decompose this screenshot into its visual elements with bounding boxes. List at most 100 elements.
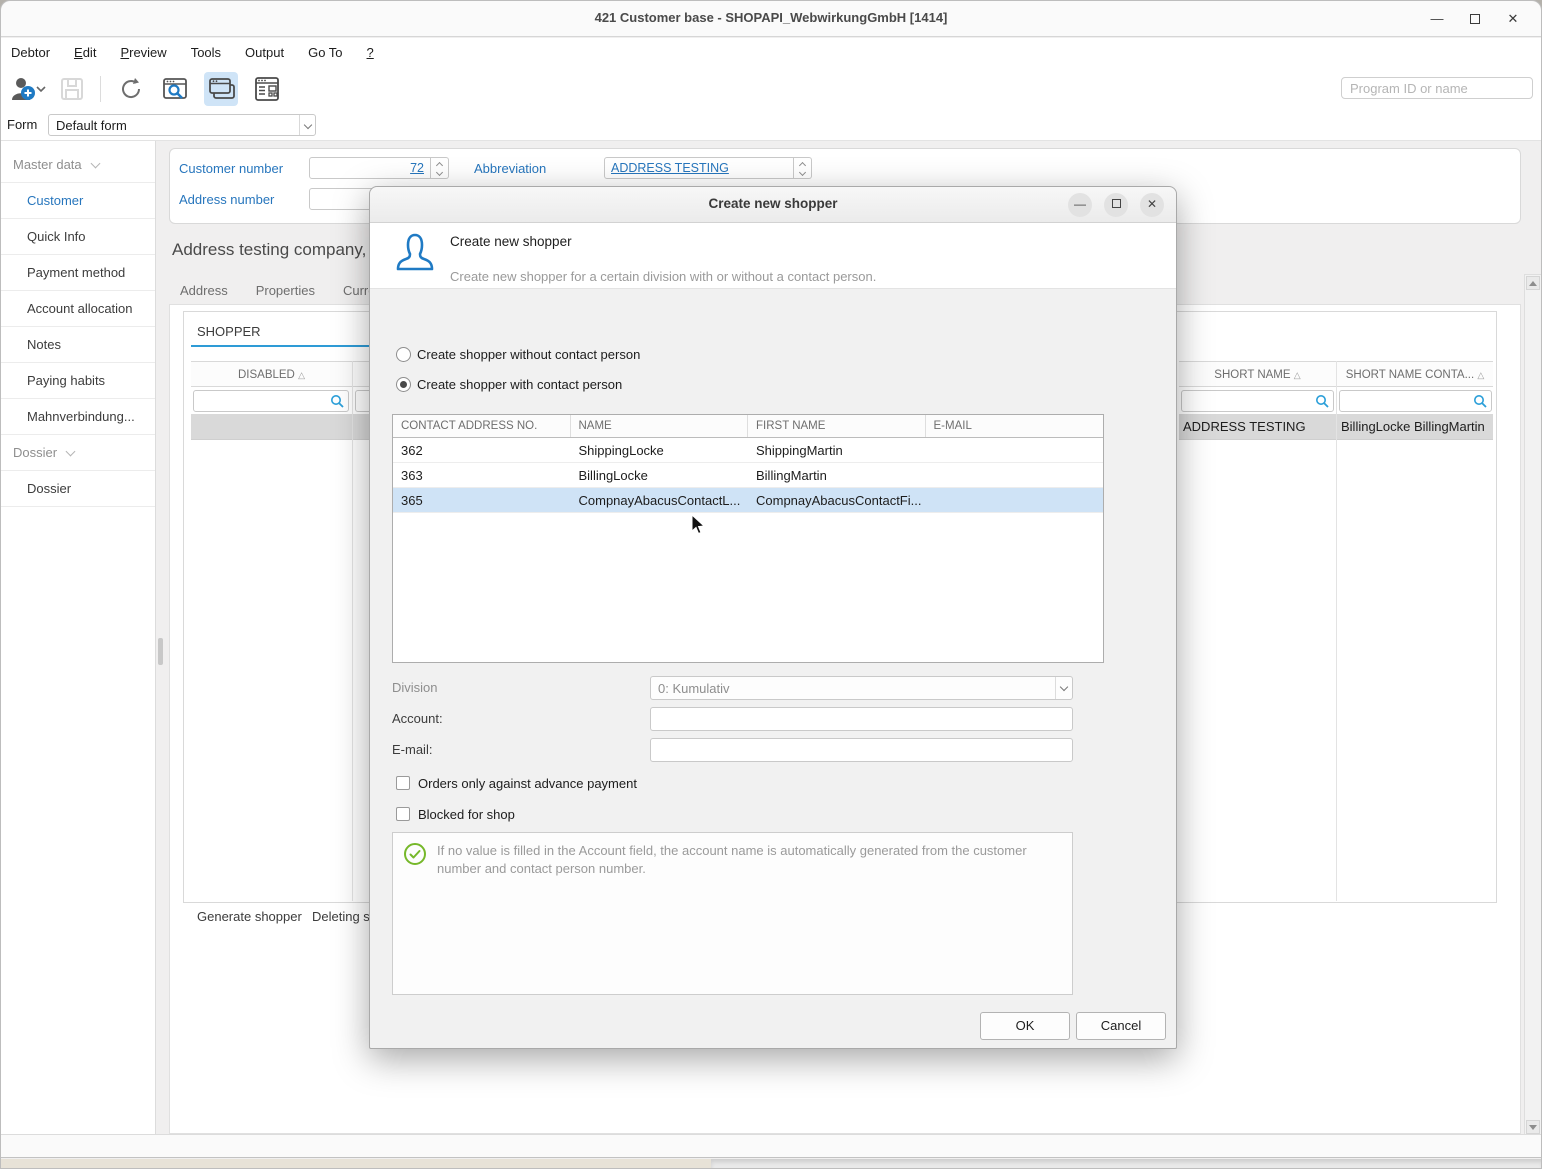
tab-properties[interactable]: Properties bbox=[256, 283, 315, 298]
disabled-column-header[interactable]: DISABLED △ bbox=[191, 361, 352, 387]
sidebar-item-customer[interactable]: Customer bbox=[1, 183, 155, 219]
report-icon bbox=[253, 75, 281, 103]
sidebar-item-mahnverbindung[interactable]: Mahnverbindung... bbox=[1, 399, 155, 435]
menu-edit[interactable]: Edit bbox=[74, 45, 96, 60]
toolbar bbox=[1, 66, 1541, 112]
close-button[interactable]: ✕ bbox=[1501, 7, 1525, 31]
sidebar: Master data Customer Quick Info Payment … bbox=[1, 141, 156, 1135]
col-email[interactable]: E-MAIL bbox=[926, 415, 1104, 437]
abbreviation-spinner[interactable] bbox=[794, 157, 812, 179]
menu-debtor[interactable]: Debtor bbox=[11, 45, 50, 60]
sidebar-section-dossier[interactable]: Dossier bbox=[1, 435, 155, 471]
radio-with-contact[interactable] bbox=[396, 377, 411, 392]
short-name-filter-input[interactable] bbox=[1181, 390, 1334, 412]
search-icon bbox=[330, 394, 345, 409]
menu-preview[interactable]: Preview bbox=[120, 45, 166, 60]
search-icon bbox=[1315, 394, 1330, 409]
abbreviation-field[interactable]: ADDRESS TESTING bbox=[604, 157, 794, 179]
customer-number-label: Customer number bbox=[179, 161, 283, 176]
dialog-minimize-button[interactable]: — bbox=[1068, 193, 1092, 217]
program-search-input[interactable] bbox=[1341, 77, 1533, 99]
sidebar-item-quick-info[interactable]: Quick Info bbox=[1, 219, 155, 255]
blocked-for-shop-checkbox[interactable] bbox=[396, 807, 410, 821]
shopper-title: SHOPPER bbox=[197, 324, 261, 339]
dialog-maximize-button[interactable] bbox=[1104, 193, 1128, 217]
form-bar: Form Default form bbox=[1, 112, 1541, 141]
contact-table: CONTACT ADDRESS NO. NAME FIRST NAME E-MA… bbox=[392, 414, 1104, 663]
contact-row-363[interactable]: 363 BillingLocke BillingMartin bbox=[393, 463, 1103, 488]
division-label: Division bbox=[392, 680, 438, 695]
report-view-button[interactable] bbox=[250, 72, 284, 106]
sidebar-item-notes[interactable]: Notes bbox=[1, 327, 155, 363]
dialog-header: Create new shopper Create new shopper fo… bbox=[370, 223, 1176, 289]
ok-button[interactable]: OK bbox=[980, 1012, 1070, 1040]
sidebar-item-dossier[interactable]: Dossier bbox=[1, 471, 155, 507]
cancel-button[interactable]: Cancel bbox=[1076, 1012, 1166, 1040]
scroll-up-button[interactable] bbox=[1526, 276, 1540, 290]
sidebar-item-paying-habits[interactable]: Paying habits bbox=[1, 363, 155, 399]
sidebar-splitter[interactable] bbox=[158, 638, 163, 665]
short-name-contact-filter-input[interactable] bbox=[1339, 390, 1492, 412]
form-select-dropdown[interactable] bbox=[299, 115, 315, 135]
save-button[interactable] bbox=[55, 72, 89, 106]
advance-payment-checkbox[interactable] bbox=[396, 776, 410, 790]
minimize-button[interactable]: — bbox=[1425, 7, 1449, 31]
address-row-short-name-contact[interactable]: BillingLocke BillingMartin bbox=[1337, 414, 1493, 440]
short-name-contact-column-header[interactable]: SHORT NAME CONTA... △ bbox=[1337, 361, 1493, 387]
tab-address[interactable]: Address bbox=[180, 283, 228, 298]
radio-without-contact[interactable] bbox=[396, 347, 411, 362]
success-check-icon bbox=[403, 842, 427, 866]
short-name-column-header[interactable]: SHORT NAME △ bbox=[1179, 361, 1336, 387]
email-label: E-mail: bbox=[392, 742, 432, 757]
division-select[interactable]: 0: Kumulativ bbox=[650, 676, 1073, 700]
menu-output[interactable]: Output bbox=[245, 45, 284, 60]
window-search-icon bbox=[161, 75, 189, 103]
search-icon bbox=[1473, 394, 1488, 409]
contact-row-365-selected[interactable]: 365 CompnayAbacusContactL... CompnayAbac… bbox=[393, 488, 1103, 513]
email-input[interactable] bbox=[650, 738, 1073, 762]
deleting-shopper-link[interactable]: Deleting sh bbox=[312, 909, 377, 924]
radio-without-contact-label: Create shopper without contact person bbox=[417, 347, 640, 362]
division-value: 0: Kumulativ bbox=[658, 681, 730, 696]
windows-view-button[interactable] bbox=[204, 72, 238, 106]
menu-help[interactable]: ? bbox=[367, 45, 374, 60]
disabled-filter-input[interactable] bbox=[193, 390, 349, 412]
maximize-button[interactable] bbox=[1463, 7, 1487, 31]
sort-asc-icon: △ bbox=[1294, 370, 1301, 380]
col-contact-address-no[interactable]: CONTACT ADDRESS NO. bbox=[393, 415, 571, 437]
dialog-close-button[interactable]: ✕ bbox=[1140, 193, 1164, 217]
app-window: 421 Customer base - SHOPAPI_WebwirkungGm… bbox=[0, 0, 1542, 1169]
vertical-scrollbar[interactable] bbox=[1524, 274, 1542, 1136]
generate-shopper-link[interactable]: Generate shopper bbox=[197, 909, 302, 924]
menu-tools[interactable]: Tools bbox=[191, 45, 221, 60]
toolbar-separator bbox=[100, 76, 101, 102]
col-first-name[interactable]: FIRST NAME bbox=[748, 415, 926, 437]
blocked-for-shop-label: Blocked for shop bbox=[418, 807, 515, 822]
maximize-icon bbox=[1112, 199, 1121, 208]
sidebar-section-master-data[interactable]: Master data bbox=[1, 147, 155, 183]
address-row-short-name[interactable]: ADDRESS TESTING bbox=[1179, 414, 1336, 440]
account-input[interactable] bbox=[650, 707, 1073, 731]
menu-bar: Debtor Edit Preview Tools Output Go To ? bbox=[1, 38, 1541, 66]
column-separator bbox=[1336, 361, 1337, 901]
division-dropdown[interactable] bbox=[1055, 677, 1072, 699]
customer-number-spinner[interactable] bbox=[431, 157, 449, 179]
sidebar-item-payment-method[interactable]: Payment method bbox=[1, 255, 155, 291]
contact-row-362[interactable]: 362 ShippingLocke ShippingMartin bbox=[393, 438, 1103, 463]
col-name[interactable]: NAME bbox=[571, 415, 749, 437]
contact-table-header: CONTACT ADDRESS NO. NAME FIRST NAME E-MA… bbox=[393, 415, 1103, 438]
customer-number-field[interactable]: 72 bbox=[309, 157, 431, 179]
bottom-edge-right bbox=[711, 1159, 1542, 1169]
form-select[interactable]: Default form bbox=[48, 114, 316, 136]
search-window-button[interactable] bbox=[158, 72, 192, 106]
sidebar-item-account-allocation[interactable]: Account allocation bbox=[1, 291, 155, 327]
refresh-button[interactable] bbox=[114, 72, 148, 106]
maximize-icon bbox=[1470, 14, 1480, 24]
scroll-down-button[interactable] bbox=[1526, 1120, 1540, 1134]
info-box: If no value is filled in the Account fie… bbox=[392, 832, 1073, 995]
sort-asc-icon: △ bbox=[298, 370, 305, 380]
new-customer-button[interactable] bbox=[7, 72, 49, 106]
create-shopper-dialog: Create new shopper — ✕ Create new shoppe… bbox=[369, 186, 1177, 1049]
menu-goto[interactable]: Go To bbox=[308, 45, 342, 60]
address-number-label: Address number bbox=[179, 192, 274, 207]
